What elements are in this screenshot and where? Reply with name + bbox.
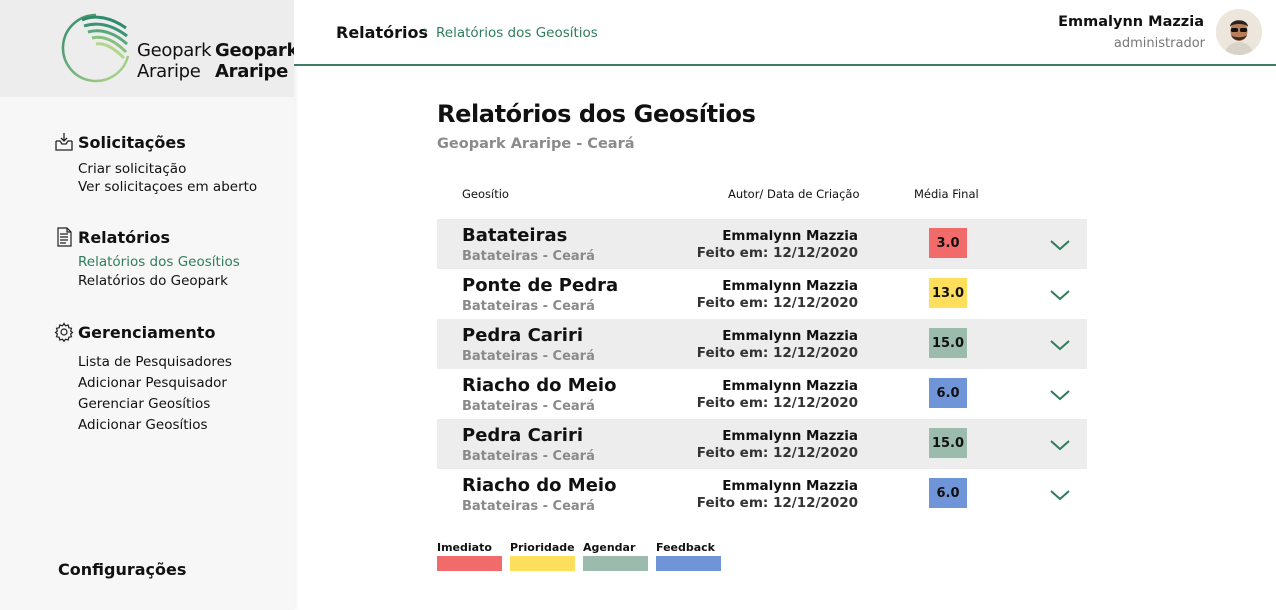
logo-text-regular: Geopark Araripe [137, 40, 212, 82]
gear-icon [54, 322, 74, 342]
report-author: Emmalynn Mazzia [722, 378, 858, 394]
page-title: Relatórios dos Geosítios [437, 100, 756, 128]
table-row[interactable]: Pedra Cariri Batateiras - Ceará Emmalynn M… [437, 319, 1087, 369]
nav-item-adicionar-geositios[interactable]: Adicionar Geosítios [78, 415, 232, 436]
report-date: Feito em: 12/12/2020 [696, 345, 858, 361]
chevron-down-icon[interactable] [1049, 288, 1071, 302]
geosite-name: Pedra Cariri [462, 325, 584, 346]
legend-item: Imediato [437, 541, 502, 571]
user-role: administrador [1113, 36, 1205, 51]
score-badge: 3.0 [929, 228, 967, 258]
legend-item: Agendar [583, 541, 648, 571]
chevron-down-icon[interactable] [1049, 488, 1071, 502]
geosite-name: Pedra Cariri [462, 425, 584, 446]
nav-item-ver-solicitacoes[interactable]: Ver solicitaçoes em aberto [78, 178, 257, 196]
legend-label: Feedback [656, 541, 715, 554]
report-author: Emmalynn Mazzia [722, 428, 858, 444]
score-badge: 13.0 [929, 278, 967, 308]
geosite-name: Batateiras [462, 225, 568, 246]
report-author: Emmalynn Mazzia [722, 478, 858, 494]
score-badge: 15.0 [929, 328, 967, 358]
breadcrumb-root[interactable]: Relatórios [336, 23, 428, 42]
nav-item-criar-solicitacao[interactable]: Criar solicitação [78, 160, 257, 178]
geosite-location: Batateiras - Ceará [462, 449, 595, 464]
chevron-down-icon[interactable] [1049, 338, 1071, 352]
chevron-down-icon[interactable] [1049, 438, 1071, 452]
geosite-name: Riacho do Meio [462, 375, 617, 396]
geopark-logo-icon [61, 13, 130, 83]
legend-swatch [583, 556, 648, 571]
geosite-location: Batateiras - Ceará [462, 299, 595, 314]
table-row[interactable]: Batateiras Batateiras - Ceará Emmalynn Maz… [437, 219, 1087, 269]
page-subtitle: Geopark Araripe - Ceará [437, 136, 635, 152]
report-date: Feito em: 12/12/2020 [696, 295, 858, 311]
nav-item-relatorios-geositios[interactable]: Relatórios dos Geosítios [78, 253, 240, 272]
table-row[interactable]: Ponte de Pedra Batateiras - Ceará Emmalynn… [437, 269, 1087, 319]
nav-head-solicitacoes[interactable]: Solicitações [54, 131, 257, 153]
report-date: Feito em: 12/12/2020 [696, 245, 858, 261]
nav-section-gerenciamento: Gerenciamento Lista de Pesquisadores Adi… [54, 321, 232, 436]
nav-section-solicitacoes: Solicitações Criar solicitação Ver solic… [54, 131, 257, 196]
geosite-name: Ponte de Pedra [462, 275, 619, 296]
inbox-download-icon [55, 133, 73, 151]
score-badge: 6.0 [929, 478, 967, 508]
legend-label: Agendar [583, 541, 636, 554]
report-author: Emmalynn Mazzia [722, 278, 858, 294]
user-name: Emmalynn Mazzia [1058, 14, 1204, 30]
logo[interactable]: Geopark Araripe Geopark Araripe [0, 0, 298, 97]
legend-swatch [510, 556, 575, 571]
score-badge: 15.0 [929, 428, 967, 458]
nav-head-label: Solicitações [78, 132, 186, 152]
nav-item-lista-pesquisadores[interactable]: Lista de Pesquisadores [78, 352, 232, 373]
column-header-author: Autor/ Data de Criação [728, 187, 860, 201]
logo-text-bold: Geopark Araripe [215, 40, 299, 82]
legend-label: Prioridade [510, 541, 575, 554]
table-row[interactable]: Pedra Cariri Batateiras - Ceará Emmalynn M… [437, 419, 1087, 469]
legend-item: Prioridade [510, 541, 575, 571]
legend-swatch [656, 556, 721, 571]
avatar[interactable] [1216, 9, 1262, 55]
score-badge: 6.0 [929, 378, 967, 408]
nav-item-gerenciar-geositios[interactable]: Gerenciar Geosítios [78, 394, 232, 415]
legend-label: Imediato [437, 541, 492, 554]
nav-head-gerenciamento[interactable]: Gerenciamento [54, 321, 232, 343]
report-date: Feito em: 12/12/2020 [696, 395, 858, 411]
nav-section-relatorios: Relatórios Relatórios dos Geosítios Rela… [54, 226, 240, 291]
breadcrumb-chevron-icon: › [423, 24, 429, 39]
user-avatar-icon [1216, 9, 1262, 55]
geosite-location: Batateiras - Ceará [462, 349, 595, 364]
chevron-down-icon[interactable] [1049, 238, 1071, 252]
geosite-location: Batateiras - Ceará [462, 249, 595, 264]
report-author: Emmalynn Mazzia [722, 328, 858, 344]
nav-head-relatorios[interactable]: Relatórios [54, 226, 240, 248]
breadcrumb-current: Relatórios dos Geosítios [436, 25, 598, 41]
top-header: Relatórios › Relatórios dos Geosítios Em… [294, 0, 1276, 66]
nav-head-label: Gerenciamento [78, 322, 216, 342]
table-row[interactable]: Riacho do Meio Batateiras - Ceará Emmalynn… [437, 469, 1087, 519]
table-row[interactable]: Riacho do Meio Batateiras - Ceará Emmalynn… [437, 369, 1087, 419]
nav-head-label: Relatórios [78, 227, 170, 247]
sidebar: Geopark Araripe Geopark Araripe Solicitaçõ… [0, 0, 298, 610]
report-table: Batateiras Batateiras - Ceará Emmalynn Maz… [437, 219, 1087, 519]
geosite-location: Batateiras - Ceará [462, 499, 595, 514]
document-icon [57, 227, 72, 247]
legend-item: Feedback [656, 541, 721, 571]
column-header-score: Média Final [914, 187, 979, 201]
geosite-name: Riacho do Meio [462, 475, 617, 496]
geosite-location: Batateiras - Ceará [462, 399, 595, 414]
nav-item-configuracoes[interactable]: Configurações [58, 560, 186, 579]
nav-item-adicionar-pesquisador[interactable]: Adicionar Pesquisador [78, 373, 232, 394]
report-date: Feito em: 12/12/2020 [696, 495, 858, 511]
report-date: Feito em: 12/12/2020 [696, 445, 858, 461]
column-header-geosite: Geosítio [462, 187, 509, 201]
chevron-down-icon[interactable] [1049, 388, 1071, 402]
legend-swatch [437, 556, 502, 571]
nav-item-relatorios-geopark[interactable]: Relatórios do Geopark [78, 272, 240, 291]
report-author: Emmalynn Mazzia [722, 228, 858, 244]
